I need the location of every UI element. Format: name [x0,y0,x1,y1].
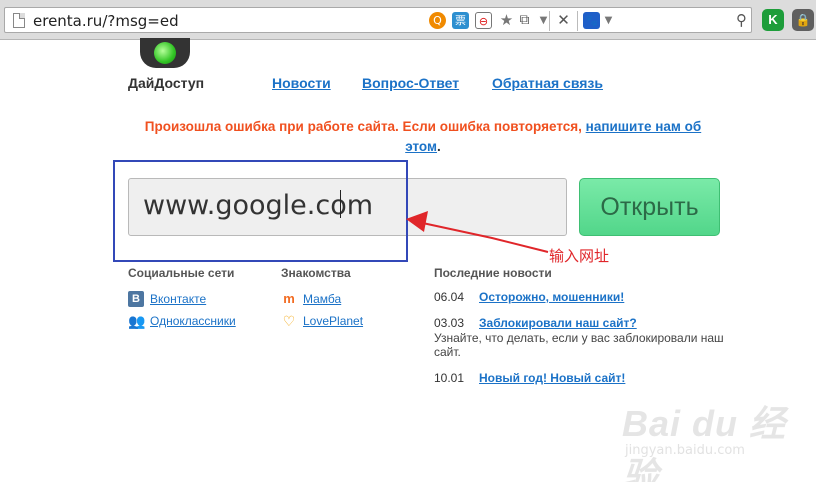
social-link-ok[interactable]: Одноклассники [150,314,236,328]
dating-link-loveplanet[interactable]: LovePlanet [303,314,363,328]
dating-link-mamba[interactable]: Мамба [303,292,341,306]
loveplanet-icon: ♡ [282,313,296,329]
social-title: Социальные сети [128,266,235,280]
watermark-url: jingyan.baidu.com [625,443,745,458]
baidu-watermark: Bai du 经验 [622,403,787,482]
news-link[interactable]: Новый год! Новый сайт! [479,371,625,385]
vk-icon: В [128,291,144,307]
annotation-label: 输入网址 [549,247,610,265]
mamba-icon: m [283,291,295,306]
news-date: 06.04 [434,290,465,304]
news-link[interactable]: Заблокировали наш сайт? [479,316,637,330]
news-date: 03.03 [434,316,465,330]
news-description: Узнайте, что делать, если у вас заблокир… [434,331,724,359]
news-date: 10.01 [434,371,465,385]
odnoklassniki-icon: 👥 [128,313,146,329]
dating-title: Знакомства [281,266,351,280]
news-title: Последние новости [434,266,552,280]
social-link-vk[interactable]: Вконтакте [150,292,206,306]
news-link[interactable]: Осторожно, мошенники! [479,290,624,304]
